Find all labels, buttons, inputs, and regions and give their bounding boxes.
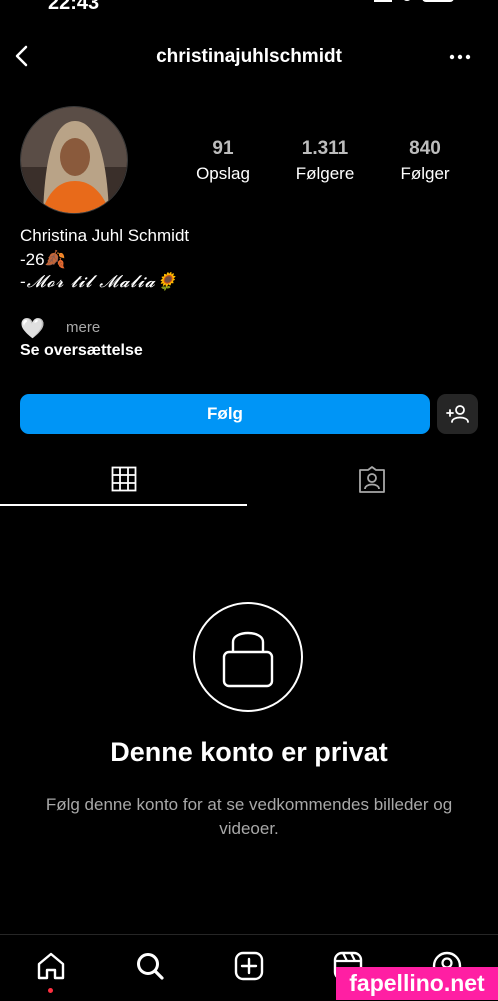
avatar[interactable]: [20, 106, 128, 214]
status-icons: [374, 0, 454, 2]
see-translation-link[interactable]: Se oversættelse: [20, 342, 143, 360]
status-bar: 22:43: [0, 0, 498, 14]
signal-icon: [374, 0, 392, 2]
active-tab-indicator: [0, 504, 247, 506]
stat-followers-value: 1.311: [301, 138, 349, 159]
home-icon[interactable]: [35, 950, 67, 982]
suggest-people-button[interactable]: [437, 394, 478, 434]
battery-icon: [422, 0, 454, 2]
create-icon[interactable]: [233, 950, 265, 982]
stat-following-value: 840: [409, 138, 441, 159]
search-icon[interactable]: [134, 950, 166, 982]
avatar-photo: [21, 107, 127, 213]
stat-posts[interactable]: 91 Opslag: [178, 138, 268, 184]
watermark: fapellino.net: [336, 967, 498, 1000]
stat-followers[interactable]: 1.311 Følgere: [280, 138, 370, 184]
private-account-description: Følg denne konto for at se vedkommendes …: [45, 795, 453, 838]
bio-name: Christina Juhl Schmidt: [20, 226, 190, 245]
status-time: 22:43: [48, 0, 100, 14]
lock-badge: [193, 602, 303, 712]
lock-icon: [222, 631, 274, 688]
bio-line-2: -𝓜𝓸𝓻 𝓽𝓲𝓵 𝓜𝓪𝓵𝓲𝓪🌻: [20, 272, 178, 292]
tab-tagged[interactable]: [249, 456, 498, 504]
stat-followers-label: Følgere: [295, 164, 355, 183]
home-notification-dot: [48, 988, 53, 993]
bio-line-1: -26🍂: [20, 250, 66, 269]
grid-icon: [111, 466, 137, 492]
more-dots-icon[interactable]: [448, 47, 472, 67]
heart-icon: 🤍: [20, 318, 45, 340]
stat-posts-value: 91: [212, 138, 234, 159]
stat-following[interactable]: 840 Følger: [380, 138, 470, 184]
profile-username: christinajuhlschmidt: [156, 46, 342, 67]
follow-button[interactable]: Følg: [20, 394, 430, 434]
tab-posts-grid[interactable]: [0, 456, 247, 504]
add-person-icon: [446, 405, 469, 423]
wifi-icon: [402, 0, 412, 1]
stat-following-label: Følger: [400, 164, 450, 183]
tagged-person-icon: [359, 466, 385, 493]
bio-more-link[interactable]: mere: [66, 319, 100, 336]
private-account-title: Denne konto er privat: [110, 737, 388, 767]
stat-posts-label: Opslag: [196, 164, 250, 183]
